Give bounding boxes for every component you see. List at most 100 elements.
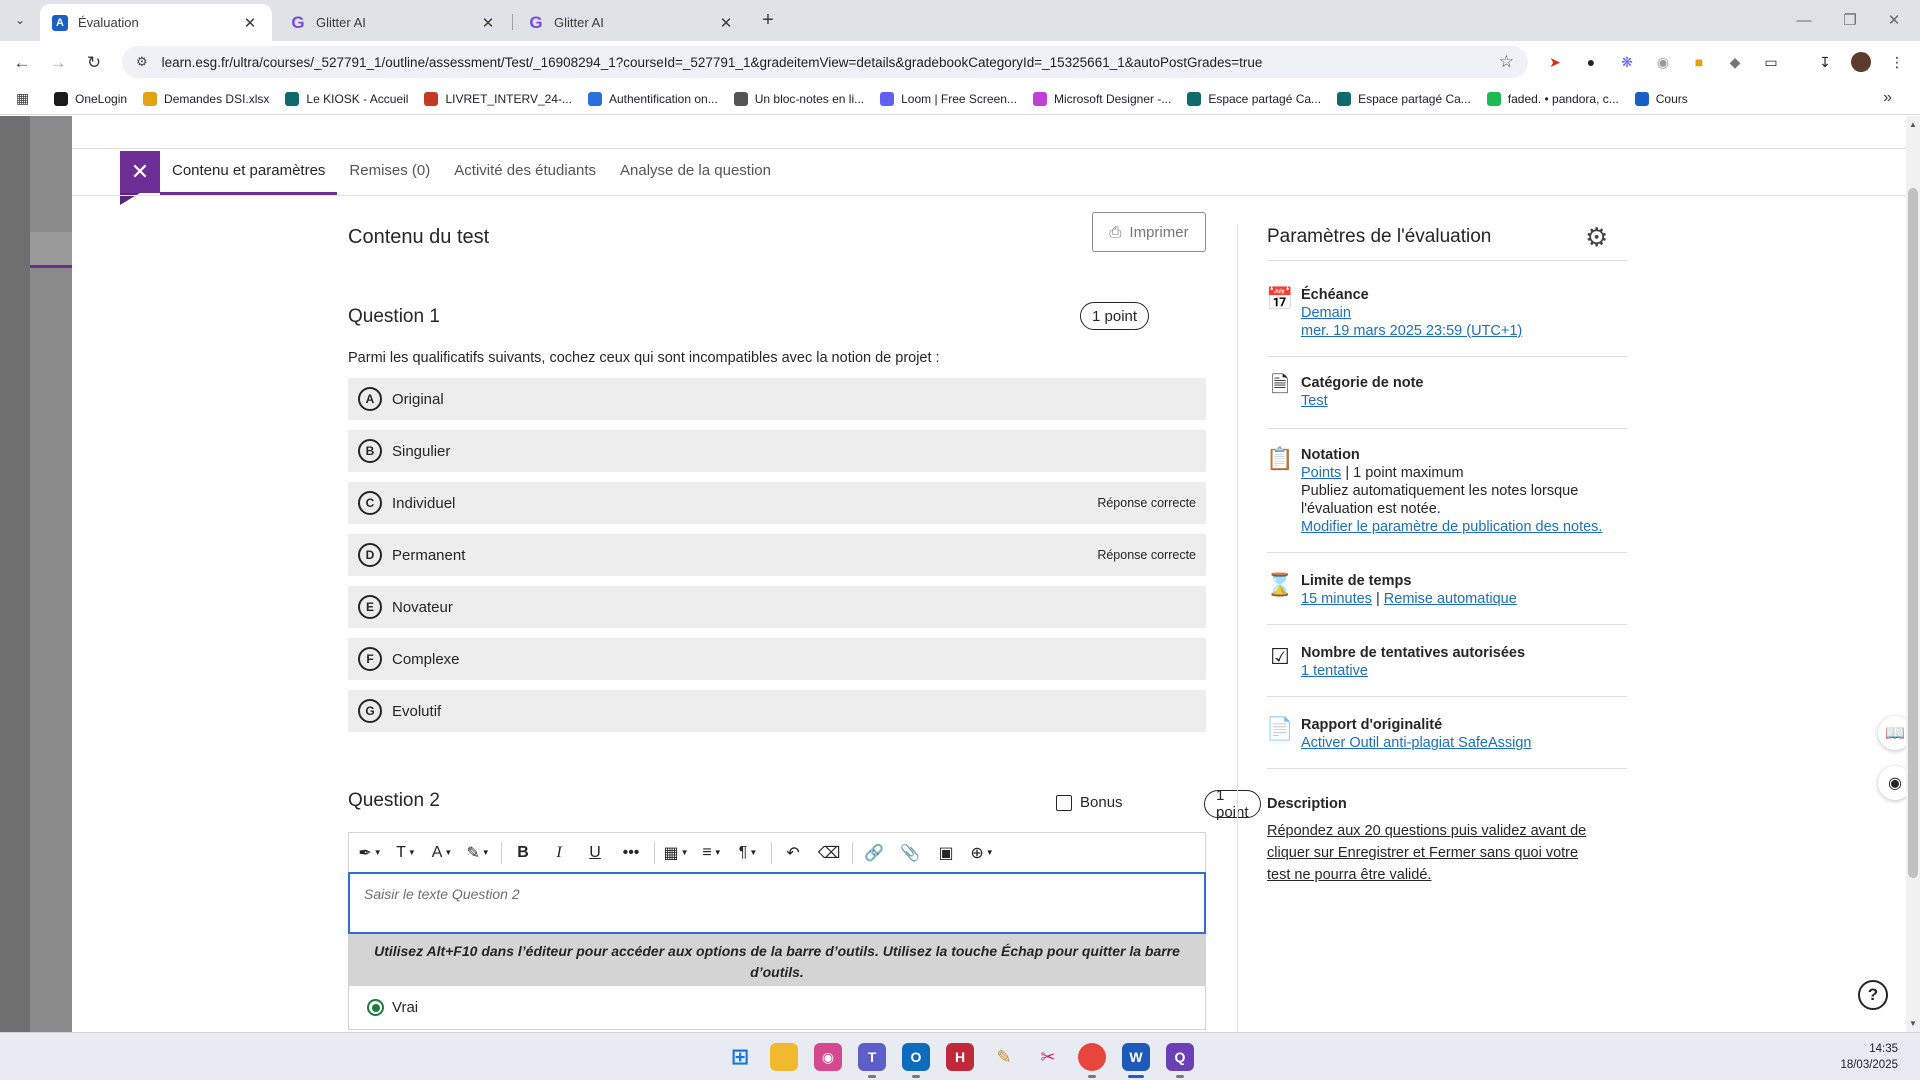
underline-icon[interactable]: U [582, 838, 608, 868]
close-icon[interactable]: ✕ [716, 14, 736, 32]
clear-format-icon[interactable]: ⌫ [816, 838, 842, 868]
question-1-points-button[interactable]: 1 point [1080, 302, 1150, 330]
app-h-icon[interactable]: H [946, 1043, 974, 1071]
undo-icon[interactable]: ↶ [780, 838, 806, 868]
bookmark-item[interactable]: Espace partagé Ca... [1337, 91, 1471, 106]
bookmark-item[interactable]: Authentification on... [587, 91, 718, 106]
close-panel-button[interactable]: ✕ [120, 151, 160, 205]
answer-option-a[interactable]: A Original [348, 378, 1206, 420]
extension-icon[interactable]: ◆ [1725, 52, 1745, 72]
tab-activite-etudiants[interactable]: Activité des étudiants [442, 149, 608, 195]
windows-start-icon[interactable]: ⊞ [726, 1043, 754, 1071]
insert-content-icon[interactable]: ⊕ ▼ [969, 838, 995, 868]
extension-icon[interactable]: ● [1581, 52, 1601, 72]
attachment-icon[interactable]: 📎 [897, 838, 923, 868]
bookmark-item[interactable]: OneLogin [54, 91, 127, 106]
tentatives-link[interactable]: 1 tentative [1301, 662, 1627, 680]
close-icon[interactable]: ✕ [478, 14, 498, 32]
bookmark-item[interactable]: LIVRET_INTERV_24-... [424, 91, 572, 106]
notation-modify-link[interactable]: Modifier le paramètre de publication des… [1301, 518, 1627, 536]
question-2-editor[interactable]: Saisir le texte Question 2 [348, 872, 1206, 934]
image-icon[interactable]: ▣ [933, 838, 959, 868]
tab-analyse-question[interactable]: Analyse de la question [608, 149, 783, 195]
bookmark-item[interactable]: faded. • pandora, c... [1486, 91, 1619, 106]
app-icon[interactable]: ✎ [990, 1043, 1018, 1071]
bookmark-star-icon[interactable]: ☆ [1499, 52, 1514, 72]
scrollbar-thumb[interactable] [1908, 188, 1918, 878]
url-omnibox[interactable]: ⚙ learn.esg.fr/ultra/courses/_527791_1/o… [122, 46, 1528, 78]
scroll-up-icon[interactable]: ▲ [1909, 120, 1917, 129]
snipping-tool-icon[interactable]: ✂ [1034, 1043, 1062, 1071]
print-button[interactable]: ⎙ Imprimer [1092, 212, 1206, 252]
download-icon[interactable]: ↧ [1815, 52, 1835, 72]
bookmark-item[interactable]: Le KIOSK - Accueil [285, 91, 408, 106]
close-icon[interactable]: ✕ [240, 14, 260, 32]
limite-auto-link[interactable]: Remise automatique [1384, 591, 1517, 607]
app-q-icon[interactable]: Q [1166, 1043, 1194, 1078]
categorie-link[interactable]: Test [1301, 392, 1627, 410]
extension-icon[interactable]: ■ [1689, 52, 1709, 72]
tab-remises[interactable]: Remises (0) [337, 149, 442, 195]
bookmark-item[interactable]: Microsoft Designer -... [1032, 91, 1171, 106]
extension-icon[interactable]: ➤ [1545, 52, 1565, 72]
description-text[interactable]: Répondez aux 20 questions puis validez a… [1267, 820, 1587, 886]
answer-option-b[interactable]: B Singulier [348, 430, 1206, 472]
table-icon[interactable]: ▦ ▼ [663, 838, 689, 868]
bookmark-item[interactable]: Loom | Free Screen... [880, 91, 1017, 106]
italic-icon[interactable]: I [546, 838, 572, 868]
bonus-checkbox[interactable]: Bonus [1056, 794, 1123, 811]
system-clock[interactable]: 14:35 18/03/2025 [1840, 1041, 1898, 1073]
word-icon[interactable]: W [1122, 1043, 1150, 1078]
browser-menu-icon[interactable]: ⋮ [1887, 52, 1907, 72]
outlook-icon[interactable]: O [902, 1043, 930, 1078]
highlight-icon[interactable]: ✎ ▼ [465, 838, 491, 868]
question-2-points-button[interactable]: 1 point [1204, 787, 1261, 821]
more-formatting-icon[interactable]: ••• [618, 838, 644, 868]
extension-icon[interactable]: ◉ [1653, 52, 1673, 72]
more-bookmarks-icon[interactable]: » [1883, 89, 1892, 107]
back-icon[interactable]: ← [10, 51, 34, 75]
reload-icon[interactable]: ↻ [82, 51, 106, 75]
browser-tab-evaluation[interactable]: A Évaluation ✕ [40, 4, 272, 41]
minimize-icon[interactable]: — [1784, 8, 1824, 32]
link-icon[interactable]: 🔗 [861, 838, 887, 868]
safeassign-link[interactable]: Activer Outil anti-plagiat SafeAssign [1301, 734, 1627, 752]
photos-icon[interactable]: ◉ [814, 1043, 842, 1071]
help-icon[interactable]: ? [1858, 980, 1888, 1010]
bookmark-item[interactable]: Espace partagé Ca... [1187, 91, 1321, 106]
browser-tab-glitter-2[interactable]: G Glitter AI ✕ [516, 4, 748, 41]
chrome-icon[interactable] [1078, 1043, 1106, 1078]
extension-icon[interactable]: ❋ [1617, 52, 1637, 72]
browser-tab-glitter-1[interactable]: G Glitter AI ✕ [278, 4, 510, 41]
bookmark-item[interactable]: Un bloc-notes en li... [733, 91, 864, 106]
restore-icon[interactable]: ❐ [1830, 8, 1870, 32]
avatar[interactable] [1851, 52, 1871, 72]
paragraph-style-icon[interactable]: ✒ ▼ [357, 838, 383, 868]
answer-option-g[interactable]: G Evolutif [348, 690, 1206, 732]
notation-points-link[interactable]: Points [1301, 465, 1341, 481]
page-scrollbar[interactable]: ▲ ▼ [1906, 116, 1920, 1032]
new-tab-button[interactable]: + [756, 8, 780, 32]
tab-contenu-parametres[interactable]: Contenu et paramètres [160, 149, 338, 195]
bookmark-item[interactable]: Cours [1634, 91, 1688, 106]
file-explorer-icon[interactable] [770, 1043, 798, 1071]
gear-icon[interactable]: ⚙ [1585, 222, 1608, 253]
answer-option-c[interactable]: C Individuel Réponse correcte [348, 482, 1206, 524]
window-close-icon[interactable]: ✕ [1874, 8, 1914, 32]
answer-option-e[interactable]: E Novateur [348, 586, 1206, 628]
forward-icon[interactable]: → [46, 51, 70, 75]
echeance-date-link[interactable]: mer. 19 mars 2025 23:59 (UTC+1) [1301, 322, 1627, 340]
teams-icon[interactable]: T [858, 1043, 886, 1078]
apps-grid-icon[interactable]: ▦ [16, 90, 36, 107]
align-icon[interactable]: ≡ ▼ [699, 838, 725, 868]
extensions-puzzle-icon[interactable]: ▭ [1761, 52, 1781, 72]
echeance-link[interactable]: Demain [1301, 304, 1627, 322]
tab-search-icon[interactable]: ⌄ [8, 8, 32, 32]
paragraph-icon[interactable]: ¶ ▼ [735, 838, 761, 868]
question-1-text[interactable]: Parmi les qualificatifs suivants, cochez… [348, 350, 940, 366]
answer-option-f[interactable]: F Complexe [348, 638, 1206, 680]
url-text[interactable]: learn.esg.fr/ultra/courses/_527791_1/out… [162, 55, 1499, 70]
bookmark-item[interactable]: Demandes DSI.xlsx [143, 91, 269, 106]
answer-vrai[interactable]: Vrai [348, 986, 1206, 1030]
font-size-icon[interactable]: A ▼ [429, 838, 455, 868]
